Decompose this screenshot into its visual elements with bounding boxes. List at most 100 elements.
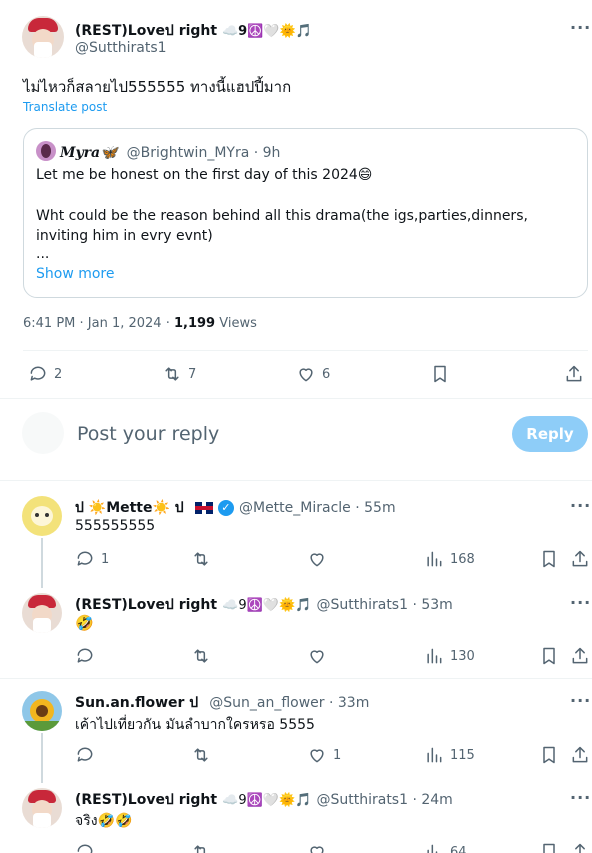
more-options-icon[interactable]: ··· (570, 18, 591, 37)
more-options-icon[interactable]: ··· (570, 593, 591, 612)
reply-text: 555555555 (75, 518, 156, 534)
reply-icon (30, 366, 46, 381)
like-button[interactable] (307, 646, 327, 666)
verified-badge-icon: ✓ (217, 499, 234, 516)
heart-icon (310, 650, 324, 664)
post-meta: 6:41 PM · Jan 1, 2024 · 1,199 Views (23, 316, 257, 331)
bookmark-icon (434, 365, 446, 383)
bookmark-button[interactable] (539, 549, 559, 569)
divider (0, 398, 592, 399)
views-button[interactable]: 115 (424, 745, 475, 765)
views-label: Views (219, 316, 257, 331)
repost-button[interactable] (191, 549, 211, 569)
share-button[interactable] (564, 364, 584, 384)
more-options-icon[interactable]: ··· (570, 496, 591, 515)
share-button[interactable] (570, 549, 590, 569)
views-button[interactable]: 168 (424, 549, 475, 569)
analytics-icon (427, 844, 438, 853)
reply-icon (77, 844, 93, 853)
thread-line (41, 538, 43, 588)
bookmark-button[interactable] (430, 364, 450, 384)
reply-author: Sun.an.flower ป @Sun_an_flower · 33m (75, 695, 370, 711)
bookmark-button[interactable] (539, 745, 559, 765)
bookmark-icon (543, 647, 555, 665)
reply-icon (77, 747, 93, 762)
analytics-icon (427, 648, 442, 664)
repost-button[interactable] (191, 842, 211, 853)
quote-ellipsis: ... (36, 246, 50, 262)
uk-flag-icon (194, 501, 213, 514)
reply-icon (77, 648, 93, 663)
repost-button[interactable]: 7 (162, 364, 196, 384)
author-name[interactable]: (REST)Loveป right ☁️9☮️🤍🌞🎵 (75, 20, 312, 42)
translate-link[interactable]: Translate post (23, 100, 107, 114)
reply-submit-button[interactable]: Reply (512, 416, 588, 452)
heart-icon (310, 749, 324, 763)
share-button[interactable] (570, 646, 590, 666)
bookmark-icon (543, 746, 555, 764)
reply-button[interactable] (75, 646, 95, 666)
repost-button[interactable] (191, 745, 211, 765)
repost-icon (194, 649, 208, 663)
share-icon (575, 843, 585, 853)
share-button[interactable] (570, 842, 590, 853)
analytics-icon (427, 551, 442, 567)
bookmark-button[interactable] (539, 646, 559, 666)
share-icon (572, 746, 588, 763)
reply-icon (77, 551, 93, 566)
reply-button[interactable] (75, 842, 95, 853)
user-avatar (22, 412, 64, 454)
divider (23, 350, 588, 351)
views-count: 1,199 (173, 316, 216, 331)
heart-icon (310, 846, 324, 853)
bookmark-icon (543, 843, 555, 853)
views-button[interactable]: 130 (424, 646, 475, 666)
author-handle[interactable]: @Sutthirats1 (75, 40, 167, 56)
quote-avatar (36, 141, 56, 161)
quote-author: 𝑴𝒚𝒓𝒂🦋 @Brightwin_MYra · 9h (60, 145, 281, 161)
heart-icon (310, 553, 324, 567)
like-button[interactable]: 1 (307, 745, 341, 765)
share-icon (572, 647, 588, 664)
avatar[interactable] (22, 691, 62, 731)
repost-icon (194, 845, 206, 853)
reply-button[interactable] (75, 745, 95, 765)
reply-text: จริง🤣🤣 (75, 813, 133, 829)
divider (0, 480, 592, 481)
like-button[interactable] (307, 842, 327, 853)
divider (0, 678, 592, 679)
reply-author: (REST)Loveป right ☁️9☮️🤍🌞🎵 @Sutthirats1 … (75, 597, 453, 613)
avatar[interactable] (22, 496, 62, 536)
reply-button[interactable]: 2 (28, 364, 62, 384)
analytics-icon (427, 747, 442, 763)
post-text: ไม่ไหวก็สลายไป555555 ทางนี้แฮปปี้มาก (23, 78, 292, 96)
repost-icon (194, 748, 208, 762)
bookmark-button[interactable] (539, 842, 559, 853)
more-options-icon[interactable]: ··· (570, 788, 591, 807)
share-button[interactable] (570, 745, 590, 765)
share-icon (566, 365, 582, 382)
bookmark-icon (543, 550, 555, 568)
like-button[interactable]: 6 (296, 364, 330, 384)
avatar[interactable] (22, 788, 62, 828)
avatar[interactable] (22, 593, 62, 633)
reply-text: 🤣 (75, 614, 94, 632)
like-button[interactable] (307, 549, 327, 569)
avatar[interactable] (22, 16, 64, 58)
repost-icon (165, 367, 179, 381)
quoted-post-card[interactable]: 𝑴𝒚𝒓𝒂🦋 @Brightwin_MYra · 9h Let me be hon… (23, 128, 588, 298)
reply-input[interactable]: Post your reply (77, 423, 219, 445)
reply-button[interactable]: 1 (75, 549, 109, 569)
thread-line (41, 733, 43, 783)
quote-line-1: Let me be honest on the first day of thi… (36, 167, 373, 183)
views-button[interactable]: 64 (424, 842, 467, 853)
reply-text: เค้าไปเที่ยวกัน มันลำบากใครหรอ 5555 (75, 717, 315, 733)
repost-icon (194, 552, 208, 566)
timestamp[interactable]: 6:41 PM · Jan 1, 2024 · (23, 316, 170, 331)
more-options-icon[interactable]: ··· (570, 691, 591, 710)
show-more-link[interactable]: Show more (36, 266, 115, 282)
heart-icon (299, 368, 313, 382)
reply-author: ป ☀️Mette☀️ ป ✓ @Mette_Miracle · 55m (75, 499, 396, 516)
reply-author: (REST)Loveป right ☁️9☮️🤍🌞🎵 @Sutthirats1 … (75, 792, 453, 808)
repost-button[interactable] (191, 646, 211, 666)
